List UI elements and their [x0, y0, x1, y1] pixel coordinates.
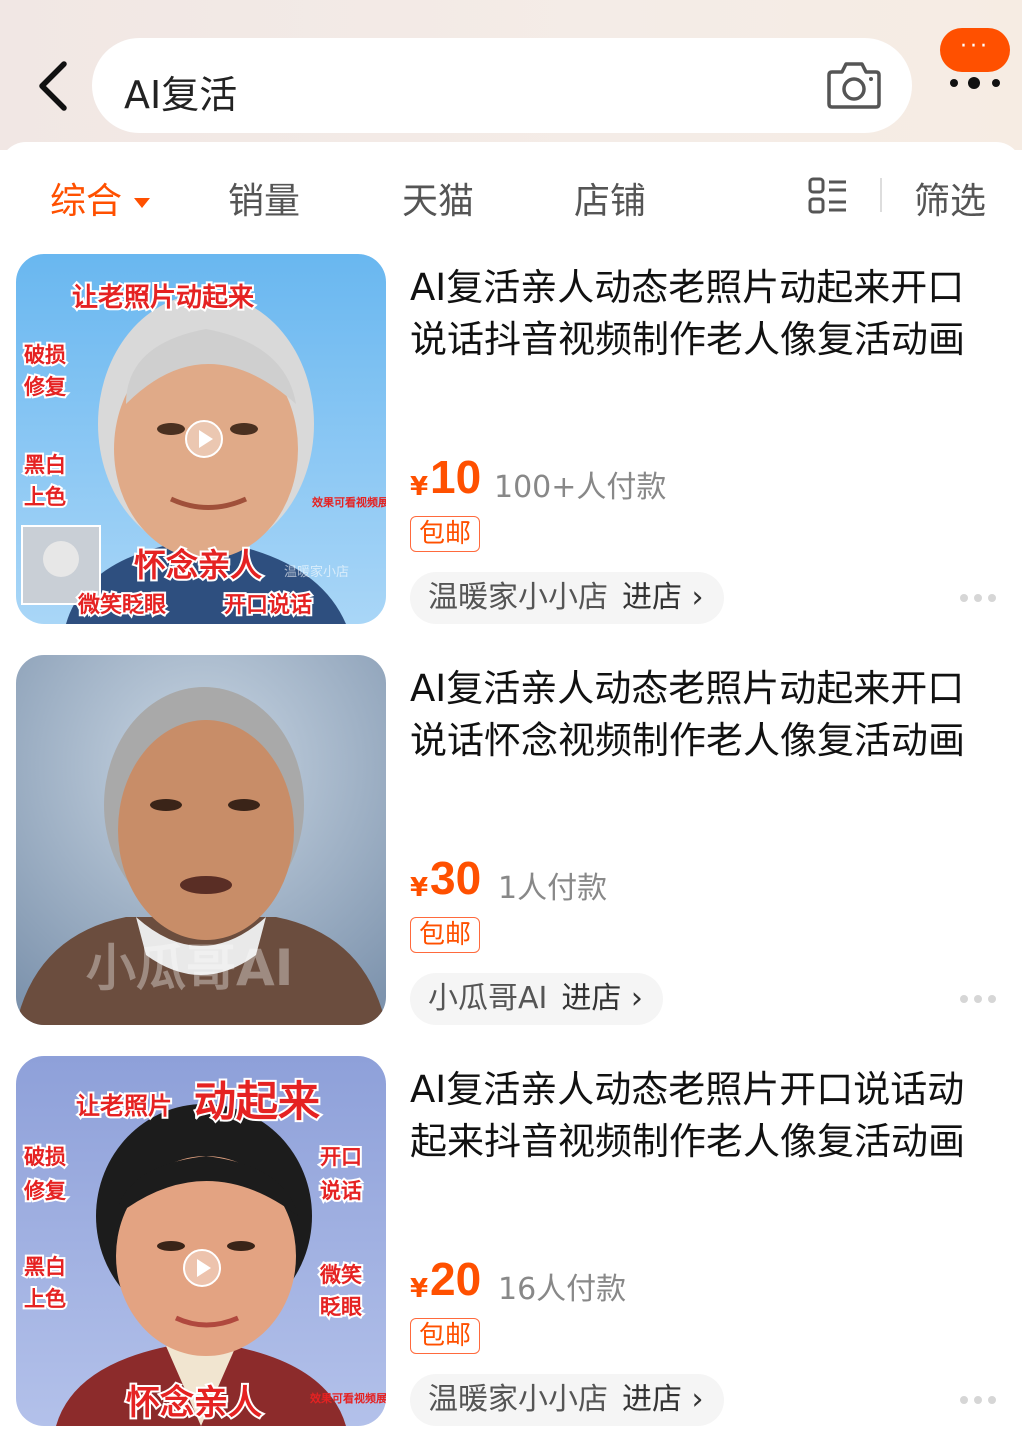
free-shipping-tag: 包邮	[410, 917, 481, 953]
price: 20	[430, 1253, 482, 1305]
sort-tab-tmall[interactable]: 天猫	[402, 172, 474, 224]
divider	[880, 178, 882, 212]
image-text: 效果可看视频展示	[312, 495, 386, 509]
currency-symbol: ¥	[410, 1274, 429, 1304]
sales-count: 16人付款	[498, 1272, 627, 1307]
price: 30	[430, 852, 482, 904]
caret-down-icon	[134, 198, 151, 208]
sort-tab-label: 综合	[50, 181, 123, 222]
image-text: 效果可看视频展示	[310, 1391, 386, 1405]
product-card[interactable]: 让老照片动起来 破损 修复 黑白 上色 怀念亲人 微笑眨眼 开口说话 效果可看视…	[0, 254, 1022, 624]
product-image[interactable]: 让老照片动起来 破损 修复 黑白 上色 怀念亲人 微笑眨眼 开口说话 效果可看视…	[16, 254, 386, 624]
image-text: 黑白	[24, 453, 66, 477]
camera-icon	[827, 62, 881, 109]
price: 10	[430, 451, 482, 503]
sort-tab-sales[interactable]: 销量	[228, 172, 300, 224]
product-image[interactable]: 让老照片 动起来 破损 修复 黑白 上色 开口 说话 微笑 眨眼 怀念亲人 效果…	[16, 1056, 386, 1426]
message-badge: ···	[940, 28, 1010, 72]
more-options-button[interactable]	[958, 1392, 998, 1408]
image-text: 修复	[23, 375, 67, 399]
image-text: 微笑眨眼	[77, 592, 166, 618]
sales-count: 100+人付款	[494, 470, 667, 505]
currency-symbol: ¥	[410, 873, 429, 903]
more-options-button[interactable]	[958, 590, 998, 606]
product-image[interactable]: 小瓜哥AI	[16, 655, 386, 1025]
filter-button[interactable]: 筛选	[914, 172, 986, 224]
product-card[interactable]: 小瓜哥AI AI复活亲人动态老照片动起来开口 说话怀念视频制作老人像复活动画 ¥…	[0, 655, 1022, 1025]
sort-bar: 综合 销量 天猫 店铺 筛选	[0, 142, 1022, 242]
camera-search-button[interactable]	[826, 58, 882, 110]
image-text: 让老照片	[76, 1092, 172, 1120]
shop-link[interactable]: 小瓜哥AI 进店 ›	[410, 973, 663, 1025]
image-text: 黑白	[24, 1255, 66, 1279]
shop-name: 小瓜哥AI	[428, 981, 548, 1016]
shop-name: 温暖家小小店	[428, 1382, 608, 1417]
search-input[interactable]: AI复活	[92, 38, 912, 133]
image-text: 破损	[24, 1145, 66, 1169]
sales-count: 1人付款	[498, 871, 608, 906]
image-text: 修复	[23, 1179, 67, 1203]
image-text: 怀念亲人	[126, 1383, 262, 1423]
image-text: 开口	[320, 1145, 362, 1169]
shop-link[interactable]: 温暖家小小店 进店 ›	[410, 1374, 724, 1426]
image-text: 怀念亲人	[134, 546, 262, 584]
messages-button[interactable]: ···	[938, 28, 1012, 98]
image-text: 上色	[24, 1287, 66, 1311]
list-view-icon	[808, 177, 846, 214]
image-text: 微笑	[319, 1263, 362, 1287]
shop-name: 温暖家小小店	[428, 580, 608, 615]
watermark-text: 小瓜哥AI	[86, 939, 293, 997]
product-title[interactable]: AI复活亲人动态老照片动起来开口 说话抖音视频制作老人像复活动画	[410, 262, 1010, 366]
sort-tab-shops[interactable]: 店铺	[574, 172, 646, 224]
image-text: 上色	[24, 485, 66, 509]
view-toggle-button[interactable]	[808, 176, 848, 216]
search-query: AI复活	[124, 73, 238, 117]
currency-symbol: ¥	[410, 472, 429, 502]
image-text: 开口说话	[224, 592, 312, 618]
more-dots-icon	[946, 76, 1006, 90]
chevron-left-icon	[39, 61, 67, 111]
back-button[interactable]	[30, 58, 80, 114]
image-text: 说话	[320, 1179, 362, 1203]
enter-shop-label: 进店 ›	[622, 1382, 704, 1417]
image-text: 让老照片动起来	[72, 283, 255, 313]
shop-link[interactable]: 温暖家小小店 进店 ›	[410, 572, 724, 624]
more-options-button[interactable]	[958, 991, 998, 1007]
product-title[interactable]: AI复活亲人动态老照片动起来开口 说话怀念视频制作老人像复活动画	[410, 663, 1010, 767]
image-text: 动起来	[194, 1077, 320, 1126]
image-text: 破损	[24, 343, 66, 367]
free-shipping-tag: 包邮	[410, 1318, 481, 1354]
sort-tab-comprehensive[interactable]: 综合	[50, 172, 151, 224]
product-card[interactable]: 让老照片 动起来 破损 修复 黑白 上色 开口 说话 微笑 眨眼 怀念亲人 效果…	[0, 1056, 1022, 1426]
enter-shop-label: 进店 ›	[561, 981, 643, 1016]
enter-shop-label: 进店 ›	[622, 580, 704, 615]
top-bar: AI复活 ···	[0, 0, 1022, 150]
image-text: 眨眼	[320, 1295, 362, 1319]
free-shipping-tag: 包邮	[410, 516, 481, 552]
product-title[interactable]: AI复活亲人动态老照片开口说话动 起来抖音视频制作老人像复活动画	[410, 1064, 1010, 1168]
watermark-text: 温暖家小店	[284, 564, 349, 580]
